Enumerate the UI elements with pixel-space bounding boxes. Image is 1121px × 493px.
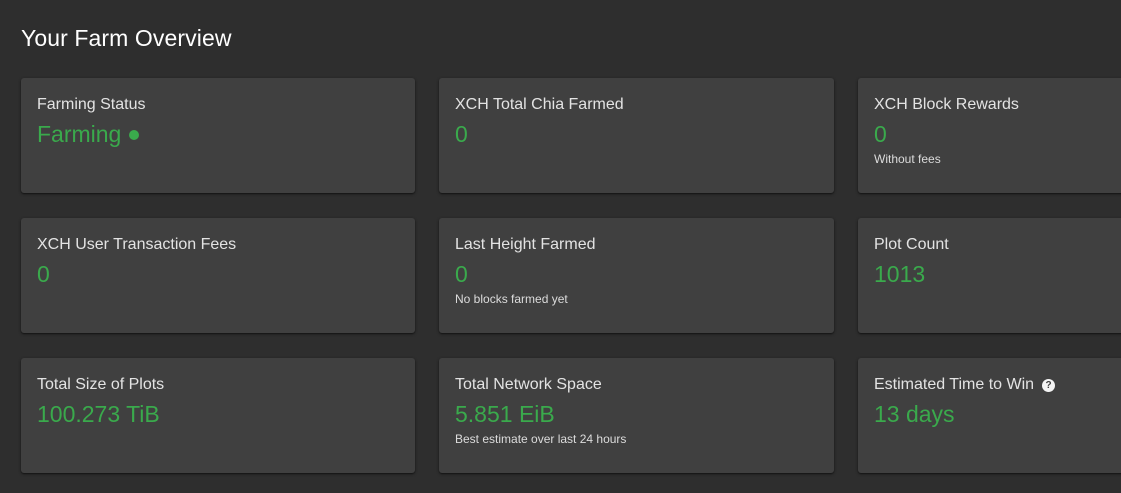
card-value: 0 <box>455 121 468 147</box>
farming-status-value-row: Farming <box>37 120 399 148</box>
card-value: Farming <box>37 121 122 147</box>
card-value: 13 days <box>874 401 955 427</box>
card-value: 1013 <box>874 261 926 287</box>
card-caption: Best estimate over last 24 hours <box>455 432 627 446</box>
status-dot-icon <box>129 130 140 140</box>
card-title: Plot Count <box>874 236 949 253</box>
farm-stats-grid: Farming Status Farming XCH Total Chia Fa… <box>21 78 1121 473</box>
card-caption: No blocks farmed yet <box>455 292 568 306</box>
card-block-rewards: XCH Block Rewards 0 Without fees <box>858 78 1121 193</box>
card-title: XCH User Transaction Fees <box>37 236 237 253</box>
card-caption: Without fees <box>874 152 941 166</box>
card-value: 5.851 EiB <box>455 401 555 427</box>
card-value: 0 <box>37 261 50 287</box>
card-farming-status: Farming Status Farming <box>21 78 415 193</box>
card-value: 0 <box>874 121 887 147</box>
card-title: Total Size of Plots <box>37 376 165 393</box>
card-title: XCH Total Chia Farmed <box>455 96 624 113</box>
card-user-transaction-fees: XCH User Transaction Fees 0 <box>21 218 415 333</box>
card-title: Farming Status <box>37 96 146 113</box>
card-total-chia-farmed: XCH Total Chia Farmed 0 <box>439 78 834 193</box>
card-title: Estimated Time to Win <box>874 376 1035 393</box>
card-total-network-space: Total Network Space 5.851 EiB Best estim… <box>439 358 834 473</box>
card-title: Last Height Farmed <box>455 236 596 253</box>
help-icon[interactable]: ? <box>1042 378 1056 392</box>
card-title: Total Network Space <box>455 376 602 393</box>
card-total-size-of-plots: Total Size of Plots 100.273 TiB <box>21 358 415 473</box>
card-value: 0 <box>455 261 468 287</box>
card-value: 100.273 TiB <box>37 401 160 427</box>
page-title: Your Farm Overview <box>21 25 232 51</box>
card-title-row: Estimated Time to Win ? <box>874 376 1121 394</box>
card-last-height-farmed: Last Height Farmed 0 No blocks farmed ye… <box>439 218 834 333</box>
card-title: XCH Block Rewards <box>874 96 1019 113</box>
farm-overview-page: Your Farm Overview Farming Status Farmin… <box>0 0 1121 493</box>
card-estimated-time-to-win: Estimated Time to Win ? 13 days <box>858 358 1121 473</box>
card-plot-count: Plot Count 1013 <box>858 218 1121 333</box>
